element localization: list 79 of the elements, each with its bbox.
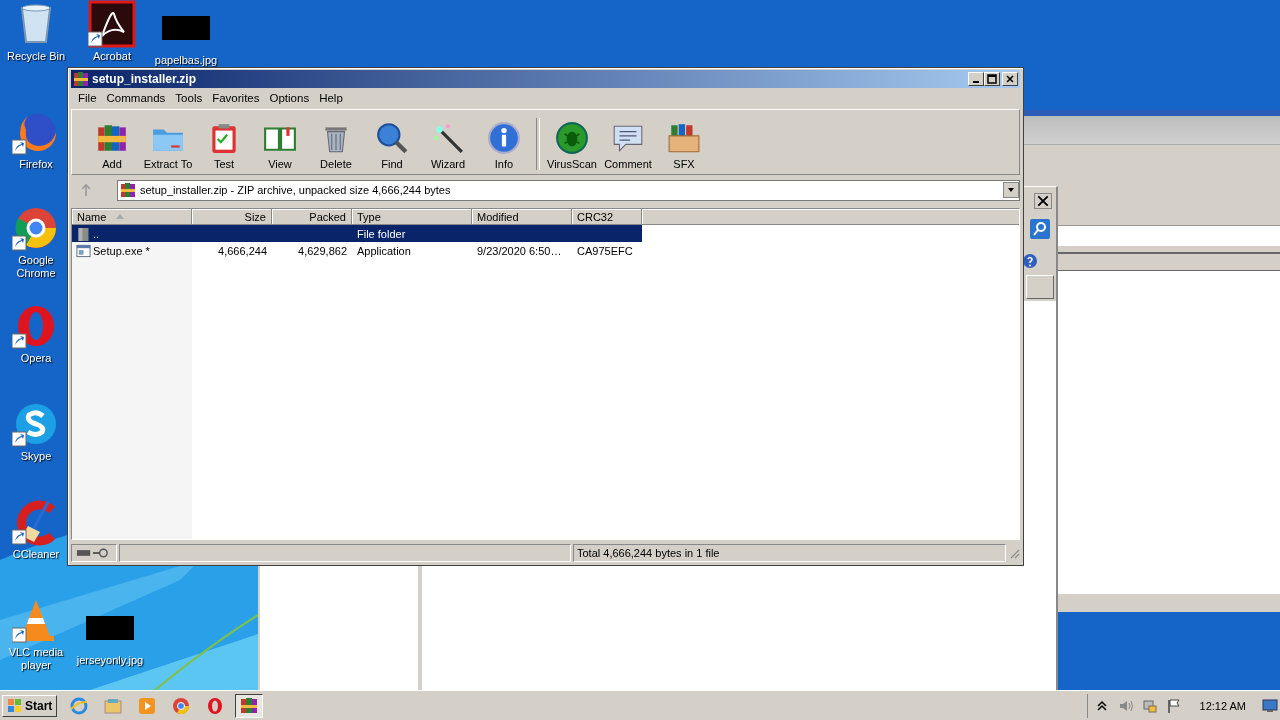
books-icon <box>240 696 259 715</box>
address-text: setup_installer.zip - ZIP archive, unpacked size 4,666,244 bytes <box>140 184 452 196</box>
show-desktop-icon[interactable] <box>1262 698 1278 713</box>
file-row[interactable]: Setup.exe * 4,666,244 4,629,862 Application 9/23/2020 6:50… CA975EFC <box>72 242 642 259</box>
column-header[interactable]: Modified <box>472 209 572 225</box>
icon-label: VLC media player <box>7 646 65 672</box>
icon-label: jerseyonly.jpg <box>75 654 145 667</box>
minimize-button[interactable] <box>968 72 984 86</box>
column-header[interactable]: Name <box>72 209 192 225</box>
toolbar-button[interactable]: Test <box>196 121 252 170</box>
icon-label: CCleaner <box>11 548 61 561</box>
column-header[interactable]: Size <box>192 209 272 225</box>
flag-icon[interactable] <box>1165 697 1182 714</box>
box-icon <box>667 121 701 155</box>
toolbar-button[interactable]: Extract To <box>140 121 196 170</box>
chrome-icon <box>172 696 191 715</box>
magic-wand-icon <box>431 121 465 155</box>
toolbar-button[interactable]: View <box>252 121 308 170</box>
books-icon <box>120 182 136 198</box>
toolbar-button[interactable]: Find <box>364 121 420 170</box>
column-header[interactable]: CRC32 <box>572 209 642 225</box>
menu-item[interactable]: Tools <box>170 92 208 104</box>
toolbar-button[interactable]: Add <box>84 121 140 170</box>
icon-label: Firefox <box>18 158 54 171</box>
media-player-icon <box>138 696 157 715</box>
bug-icon <box>555 121 589 155</box>
menu-item[interactable]: Help <box>314 92 348 104</box>
menu-item[interactable]: Commands <box>101 92 171 104</box>
close-button[interactable] <box>1002 72 1018 86</box>
address-field[interactable]: setup_installer.zip - ZIP archive, unpacked size 4,666,244 bytes <box>117 179 1020 201</box>
drive-and-key-icon <box>76 547 110 559</box>
icon-label: papelbas.jpg <box>153 54 219 67</box>
maximize-button[interactable] <box>984 72 1000 86</box>
dropdown-arrow-icon[interactable] <box>1003 182 1019 198</box>
status-text: Total 4,666,244 bytes in 1 file <box>577 547 720 559</box>
browser-icon <box>70 696 89 715</box>
menu-item[interactable]: Options <box>264 92 315 104</box>
close-icon[interactable] <box>1034 193 1052 209</box>
search-icon[interactable] <box>1030 219 1050 239</box>
window-title: setup_installer.zip <box>92 72 198 86</box>
close-icon <box>1005 74 1015 84</box>
maximize-icon <box>987 74 997 84</box>
table-cell: Setup.exe * <box>93 244 150 257</box>
table-cell: .. <box>93 227 100 240</box>
table-cell: Application <box>357 244 411 257</box>
table-cell: 9/23/2020 6:50… <box>477 244 562 257</box>
books-icon <box>73 71 89 87</box>
button[interactable] <box>1026 275 1054 299</box>
icon-label: Recycle Bin <box>5 50 67 63</box>
opera-icon <box>206 696 225 715</box>
table-cell: CA975EFC <box>577 244 633 257</box>
table-cell: File folder <box>357 227 406 240</box>
help-icon[interactable] <box>1022 253 1038 269</box>
start-button[interactable]: Start <box>2 694 58 717</box>
table-cell: 4,629,862 <box>298 244 347 257</box>
toolbar-button[interactable]: Comment <box>600 121 656 170</box>
minimize-icon <box>973 80 979 83</box>
icon-label: Opera <box>19 352 53 365</box>
menu-item[interactable]: File <box>73 92 102 104</box>
taskbar-app-button[interactable] <box>235 693 264 718</box>
toolbar-button[interactable]: VirusScan <box>544 121 600 170</box>
toolbar-button[interactable]: Wizard <box>420 121 476 170</box>
clock: 12:12 AM <box>1199 699 1246 712</box>
info-icon <box>487 121 521 155</box>
column-header[interactable]: Type <box>352 209 472 225</box>
toolbar-button[interactable]: Info <box>476 121 532 170</box>
toolbar-button[interactable]: Delete <box>308 121 364 170</box>
table-cell: 4,666,244 <box>218 244 267 257</box>
icon-label: Google Chrome <box>15 254 57 280</box>
menu-item[interactable]: Favorites <box>207 92 265 104</box>
toolbar-button[interactable]: SFX <box>656 121 712 170</box>
column-header[interactable]: Packed <box>272 209 352 225</box>
file-row[interactable]: .. File folder <box>72 225 642 242</box>
icon-label: Acrobat <box>92 50 132 63</box>
acrobat-icon[interactable] <box>88 0 136 48</box>
icon-label: Skype <box>19 450 53 463</box>
resize-grip-icon[interactable] <box>1008 547 1020 559</box>
windows-logo-icon <box>7 697 23 714</box>
search-icon <box>375 121 409 155</box>
